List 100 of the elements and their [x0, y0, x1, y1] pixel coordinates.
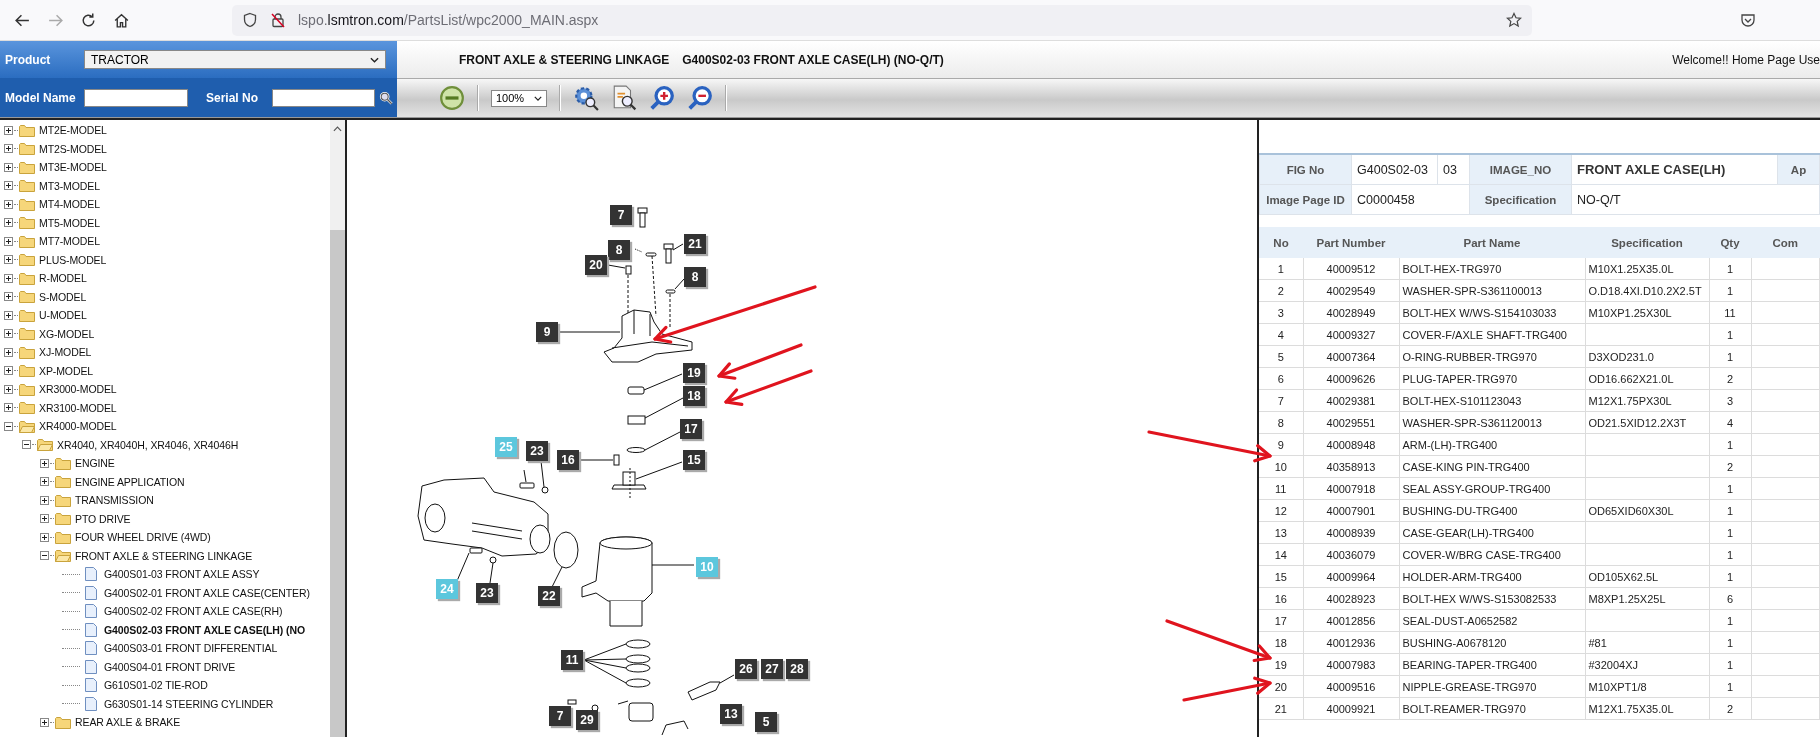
tree-item[interactable]: ENGINE [75, 457, 115, 470]
tree-item[interactable]: XR4040, XR4040H, XR4046, XR4046H [57, 438, 239, 451]
callout-label[interactable]: 21 [684, 234, 706, 254]
expand-icon[interactable] [4, 236, 13, 246]
expand-icon[interactable] [40, 495, 49, 505]
pocket-icon[interactable] [1740, 12, 1756, 28]
callout-label[interactable]: 17 [680, 419, 702, 439]
star-icon[interactable] [1506, 12, 1522, 28]
expand-icon[interactable] [4, 366, 13, 376]
callout-label[interactable]: 5 [755, 712, 777, 732]
tree-item[interactable]: XJ-MODEL [39, 346, 92, 359]
zoom-in-icon[interactable] [649, 85, 675, 111]
callout-label[interactable]: 9 [536, 322, 558, 342]
zoom-select[interactable]: 100% [491, 89, 547, 107]
collapse-icon[interactable] [22, 440, 31, 450]
model-name-field[interactable] [84, 88, 188, 107]
tree-item[interactable]: XP-MODEL [39, 364, 94, 377]
tree-item[interactable]: S-MODEL [39, 290, 87, 303]
expand-icon[interactable] [4, 329, 13, 339]
reload-icon[interactable] [80, 11, 97, 29]
scrollbar[interactable] [330, 120, 345, 737]
callout-label[interactable]: 26 [735, 659, 757, 679]
callout-label[interactable]: 23 [476, 583, 498, 603]
callout-label[interactable]: 8 [684, 267, 706, 287]
tree-item[interactable]: PLUS-MODEL [39, 253, 107, 266]
tree-item[interactable]: FOUR WHEEL DRIVE (4WD) [75, 531, 211, 544]
tree-item[interactable]: G630S01-14 STEERING CYLINDER [104, 697, 274, 710]
tree-item[interactable]: G400S03-01 FRONT DIFFERENTIAL [104, 642, 278, 655]
callout-label[interactable]: 13 [720, 704, 742, 724]
expand-icon[interactable] [4, 273, 13, 283]
tree-item[interactable]: TRANSMISSION [75, 494, 154, 507]
folder-icon [55, 530, 71, 544]
expand-icon[interactable] [4, 199, 13, 209]
callout-label[interactable]: 20 [585, 255, 607, 275]
expand-icon[interactable] [4, 162, 13, 172]
expand-icon[interactable] [4, 181, 13, 191]
tree-item[interactable]: XR3000-MODEL [39, 383, 117, 396]
tree-item[interactable]: U-MODEL [39, 309, 87, 322]
callout-label[interactable]: 15 [683, 450, 705, 470]
expand-icon[interactable] [4, 144, 13, 154]
zoom-out-icon[interactable] [687, 85, 713, 111]
tree-item[interactable]: G400S04-01 FRONT DRIVE [104, 660, 236, 673]
callout-label[interactable]: 7 [610, 205, 632, 225]
callout-label[interactable]: 28 [786, 659, 808, 679]
tree-item[interactable]: PTO DRIVE [75, 512, 131, 525]
tree-item[interactable]: G400S02-02 FRONT AXLE CASE(RH) [104, 605, 283, 618]
collapse-icon[interactable] [40, 551, 49, 561]
expand-icon[interactable] [4, 347, 13, 357]
tree-item[interactable]: G400S02-03 FRONT AXLE CASE(LH) (NO [104, 623, 305, 636]
callout-label[interactable]: 18 [683, 386, 705, 406]
expand-icon[interactable] [4, 125, 13, 135]
tree-item[interactable]: XR3100-MODEL [39, 401, 117, 414]
expand-icon[interactable] [4, 403, 13, 413]
expand-icon[interactable] [4, 218, 13, 228]
expand-icon[interactable] [40, 717, 49, 727]
tree-item[interactable]: REAR AXLE & BRAKE [75, 716, 181, 729]
tree-item[interactable]: G610S01-02 TIE-ROD [104, 679, 208, 692]
expand-icon[interactable] [40, 532, 49, 542]
tree-item[interactable]: G400S01-03 FRONT AXLE ASSY [104, 568, 260, 581]
callout-label[interactable]: 8 [608, 240, 630, 260]
tree-item[interactable]: MT7-MODEL [39, 235, 100, 248]
callout-label[interactable]: 16 [557, 450, 579, 470]
callout-label[interactable]: 23 [526, 441, 548, 461]
tree-item[interactable]: R-MODEL [39, 272, 87, 285]
expand-icon[interactable] [4, 310, 13, 320]
expand-icon[interactable] [40, 477, 49, 487]
tree-item[interactable]: MT2S-MODEL [39, 142, 107, 155]
tree-item[interactable]: MT4-MODEL [39, 198, 100, 211]
tree-item[interactable]: ENGINE APPLICATION [75, 475, 185, 488]
minus-circle-icon[interactable] [439, 85, 465, 111]
callout-label[interactable]: 19 [683, 363, 705, 383]
expand-icon[interactable] [40, 514, 49, 524]
tree-item[interactable]: MT5-MODEL [39, 216, 100, 229]
callout-label[interactable]: 22 [538, 586, 560, 606]
callout-label[interactable]: 7 [549, 706, 571, 726]
tree-item[interactable]: G400S02-01 FRONT AXLE CASE(CENTER) [104, 586, 310, 599]
tree-item[interactable]: FRONT AXLE & STEERING LINKAGE [75, 549, 253, 562]
tree-item[interactable]: XR4000-MODEL [39, 420, 117, 433]
address-bar[interactable]: lspo.lsmtron.com/PartsList/wpc2000_MAIN.aspx [232, 4, 1532, 36]
tree-item[interactable]: MT3E-MODEL [39, 161, 107, 174]
tree-item[interactable]: XG-MODEL [39, 327, 95, 340]
home-icon[interactable] [113, 11, 130, 29]
table-cell: 1 [1726, 438, 1734, 451]
search-icon[interactable] [379, 90, 394, 105]
expand-icon[interactable] [4, 384, 13, 394]
document-search-icon[interactable] [611, 85, 637, 111]
tree-item[interactable]: MT2E-MODEL [39, 124, 107, 137]
serial-no-field[interactable] [272, 88, 376, 107]
table-cell: 6 [1726, 592, 1734, 605]
gear-search-icon[interactable] [573, 85, 599, 111]
chevron-down-icon [370, 56, 379, 63]
callout-label[interactable]: 27 [761, 659, 783, 679]
expand-icon[interactable] [4, 292, 13, 302]
expand-icon[interactable] [40, 458, 49, 468]
product-select[interactable]: TRACTOR [84, 50, 386, 69]
tree-item[interactable]: MT3-MODEL [39, 179, 100, 192]
callout-label[interactable]: 29 [576, 710, 598, 730]
callout-label[interactable]: 11 [561, 650, 583, 670]
collapse-icon[interactable] [4, 421, 13, 431]
expand-icon[interactable] [4, 255, 13, 265]
